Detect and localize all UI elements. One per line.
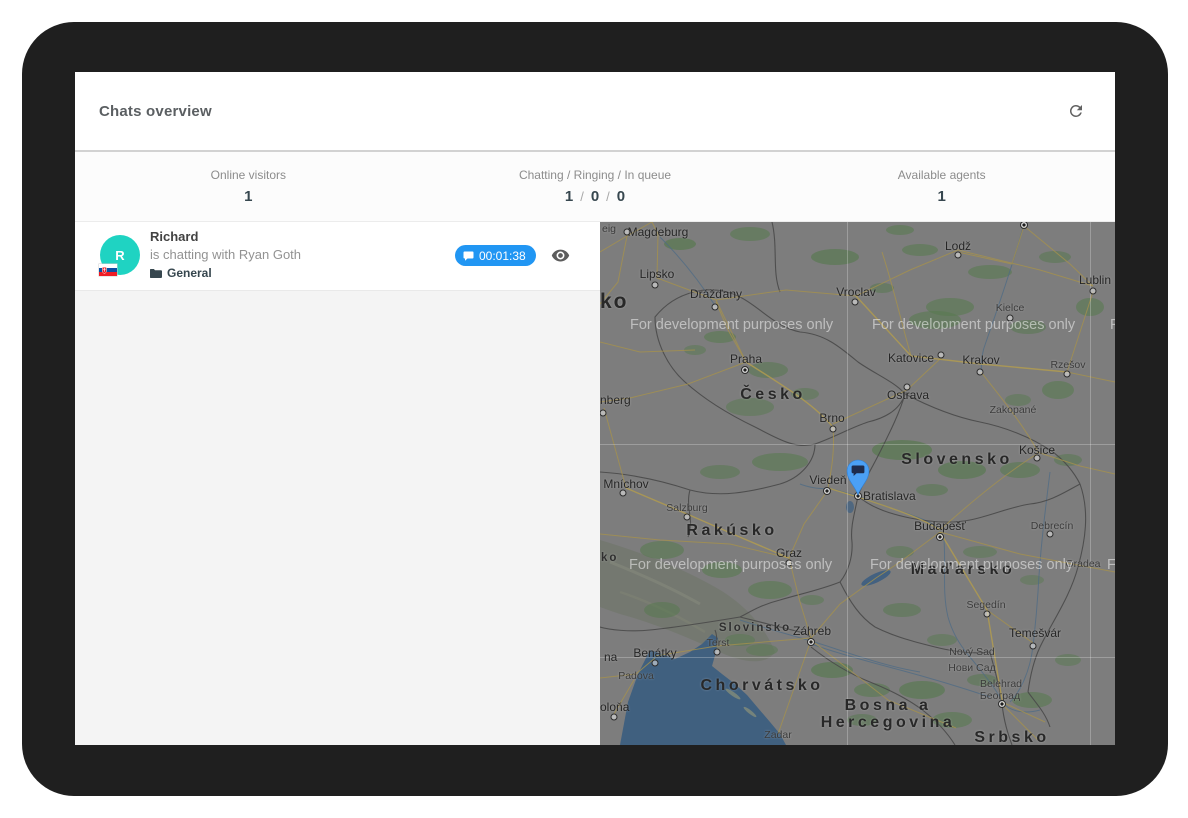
map[interactable]: ČeskoSlovenskoRakúskoMaďarskoChorvátskoB…	[600, 222, 1115, 745]
stat-label: Online visitors	[211, 168, 286, 182]
refresh-button[interactable]	[1061, 96, 1091, 126]
slovakia-flag-icon	[99, 264, 117, 276]
header: Chats overview	[75, 72, 1115, 152]
avatar-letter: R	[115, 248, 124, 263]
eye-icon	[551, 246, 570, 265]
chat-row[interactable]: R Richard is chatting with Ryan Goth	[75, 222, 600, 291]
separator: /	[606, 189, 610, 204]
stat-chatting-ringing-queue: Chatting / Ringing / In queue 1 / 0 / 0	[422, 152, 769, 221]
page-title: Chats overview	[99, 103, 1061, 120]
map-marker[interactable]	[845, 458, 871, 496]
chatting-count: 1	[565, 188, 573, 205]
chat-list: R Richard is chatting with Ryan Goth	[75, 222, 600, 745]
group-name: General	[167, 266, 212, 280]
app-window: Chats overview Online visitors 1 Chattin…	[75, 72, 1115, 745]
stat-label: Available agents	[898, 168, 986, 182]
separator: /	[580, 189, 584, 204]
stat-online-visitors: Online visitors 1	[75, 152, 422, 221]
stat-value: 1	[244, 188, 252, 205]
stat-available-agents: Available agents 1	[768, 152, 1115, 221]
watch-chat-button[interactable]	[549, 244, 572, 270]
folder-icon	[150, 268, 162, 278]
chat-bubble-icon	[463, 251, 474, 261]
visitor-status: is chatting with Ryan Goth	[150, 247, 301, 262]
in-queue-count: 0	[617, 188, 625, 205]
map-pin-icon	[845, 458, 871, 496]
device-frame: Chats overview Online visitors 1 Chattin…	[22, 22, 1168, 796]
stat-value: 1 / 0 / 0	[565, 188, 625, 205]
chat-timer: 00:01:38	[479, 249, 526, 263]
refresh-icon	[1067, 102, 1085, 120]
ringing-count: 0	[591, 188, 599, 205]
stat-value: 1	[938, 188, 946, 205]
chat-info: Richard is chatting with Ryan Goth Gener…	[150, 229, 301, 280]
stat-label: Chatting / Ringing / In queue	[519, 168, 671, 182]
visitor-name: Richard	[150, 229, 301, 244]
stats-bar: Online visitors 1 Chatting / Ringing / I…	[75, 152, 1115, 222]
chat-timer-badge[interactable]: 00:01:38	[455, 245, 536, 266]
